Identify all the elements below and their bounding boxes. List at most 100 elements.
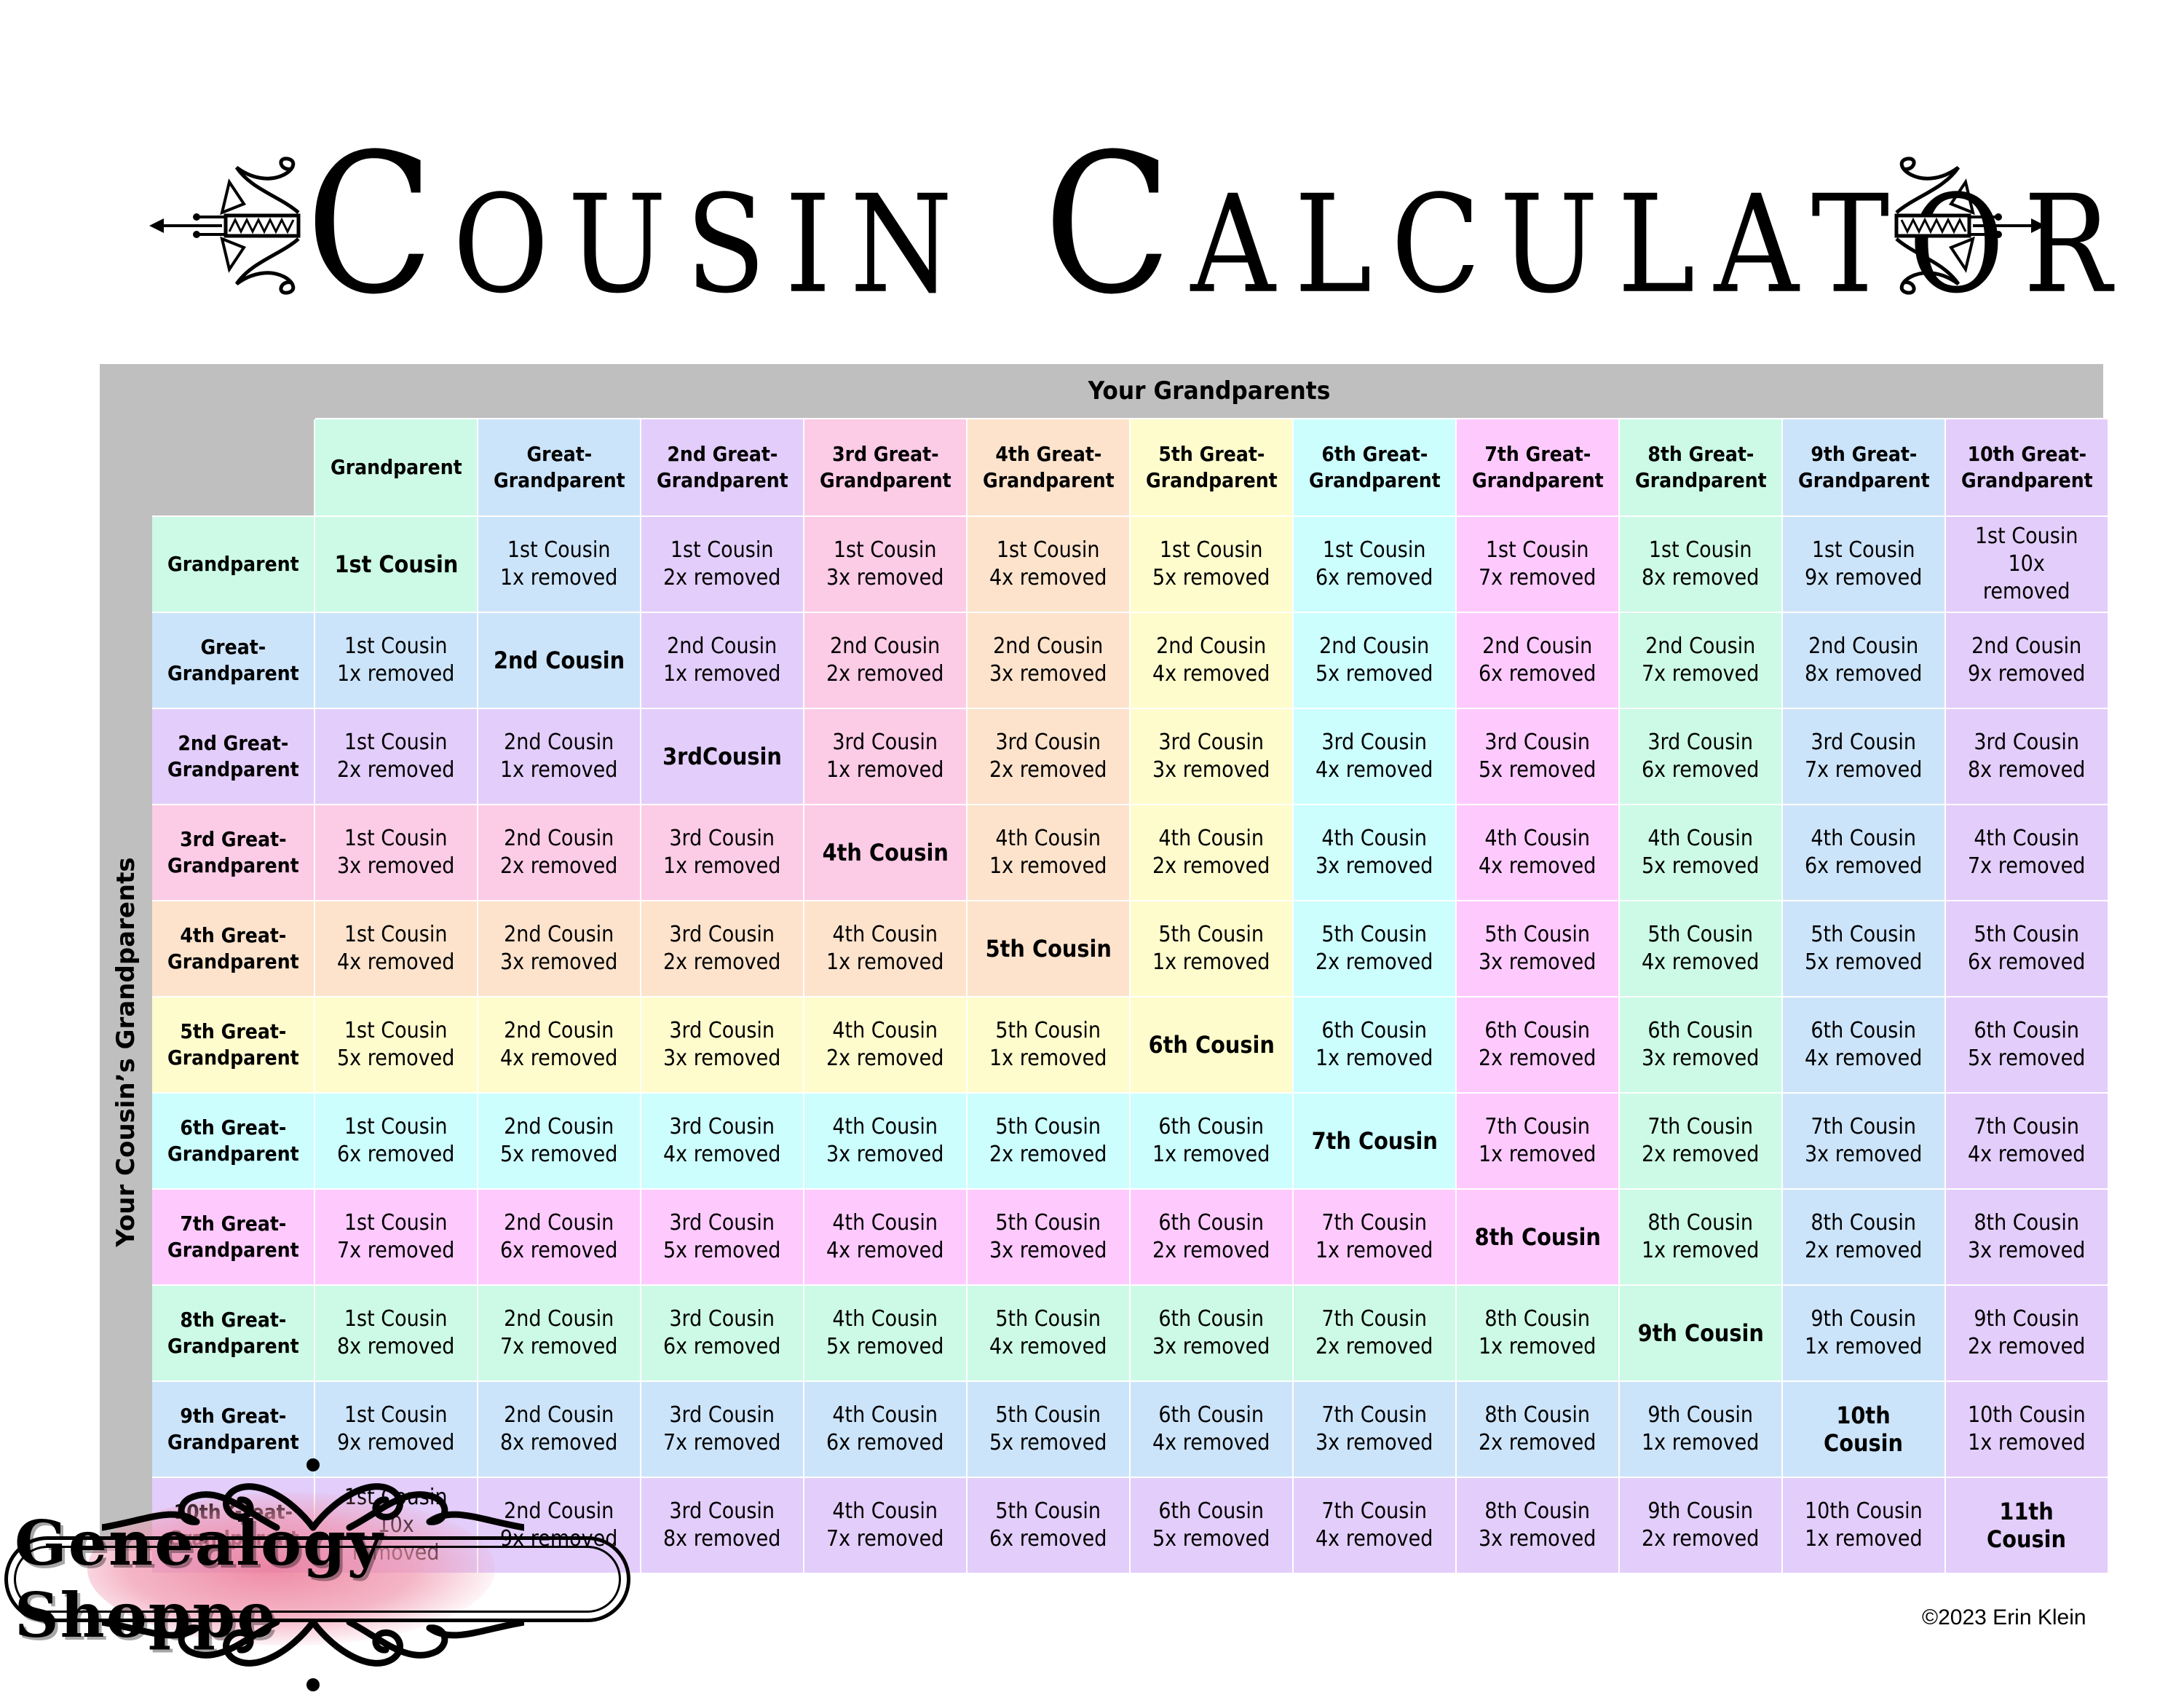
relationship-cell: 2nd Cousin 8x removed [1783,613,1944,708]
relationship-cell: 7th Cousin 1x removed [1457,1094,1618,1188]
row-header-text: 2nd Great- Grandparent [167,731,299,781]
relationship-cell-text: 3rd Cousin 7x removed [663,1402,781,1455]
relationship-cell: 3rd Cousin 7x removed [1783,709,1944,804]
relationship-cell: 1st Cousin 8x removed [1620,517,1781,612]
relationship-cell: 3rd Cousin 2x removed [968,709,1129,804]
relationship-cell: 2nd Cousin 9x removed [1946,613,2108,708]
relationship-cell: 1st Cousin 9x removed [1783,517,1944,612]
row-header: 8th Great- Grandparent [152,1286,314,1380]
relationship-cell: 5th Cousin 3x removed [1457,901,1618,996]
relationship-cell-text: 1st Cousin 4x removed [989,537,1107,590]
relationship-cell-text: 10th Cousin 1x removed [1805,1498,1923,1552]
relationship-cell: 6th Cousin 5x removed [1946,997,2108,1092]
page-title: Cousin Calculator [306,113,2131,337]
relationship-cell-text: 6th Cousin 4x removed [1805,1018,1923,1071]
relationship-cell: 5th Cousin 2x removed [968,1094,1129,1188]
relationship-cell: 7th Cousin 4x removed [1294,1478,1455,1573]
relationship-cell: 7th Cousin 4x removed [1946,1094,2108,1188]
relationship-cell: 9th Cousin 1x removed [1620,1382,1781,1477]
relationship-cell-text: 8th Cousin 1x removed [1479,1306,1597,1359]
column-header: Grandparent [315,419,477,515]
relationship-cell: 5th Cousin 1x removed [1131,901,1292,996]
relationship-cell: 2nd Cousin 3x removed [968,613,1129,708]
relationship-cell: 1st Cousin 3x removed [804,517,966,612]
relationship-cell: 8th Cousin 1x removed [1457,1286,1618,1380]
column-header-text: 7th Great- Grandparent [1471,442,1604,492]
diagonal-cell: 5th Cousin [968,901,1129,996]
relationship-cell: 5th Cousin 5x removed [1783,901,1944,996]
relationship-cell-text: 8th Cousin 2x removed [1479,1402,1597,1455]
relationship-cell-text: 1st Cousin 7x removed [1479,537,1597,590]
relationship-cell-text: 8th Cousin 1x removed [1642,1210,1760,1263]
column-header-text: 2nd Great- Grandparent [656,442,788,492]
title-banner: Cousin Calculator [0,114,2184,337]
relationship-cell-text: 4th Cousin 7x removed [826,1498,944,1552]
relationship-cell-text: 5th Cousin 4x removed [989,1306,1107,1359]
column-header: 9th Great- Grandparent [1783,419,1944,515]
relationship-cell: 2nd Cousin 6x removed [1457,613,1618,708]
logo-text: Genealogy Shoppe [15,1507,384,1651]
relationship-cell: 1st Cousin 8x removed [315,1286,477,1380]
relationship-cell-text: 2nd Cousin 3x removed [500,922,618,975]
relationship-cell: 9th Cousin 2x removed [1946,1286,2108,1380]
column-header: 2nd Great- Grandparent [641,419,803,515]
relationship-cell: 3rd Cousin 6x removed [641,1286,803,1380]
diagonal-cell: 1st Cousin [315,517,477,612]
relationship-cell-text: 9th Cousin 2x removed [1642,1498,1760,1552]
relationship-cell: 1st Cousin 1x removed [478,517,640,612]
relationship-cell-text: 4th Cousin 3x removed [1315,826,1433,879]
relationship-cell-text: 2nd Cousin 1x removed [663,633,781,687]
relationship-cell-text: 3rd Cousin 8x removed [663,1498,781,1552]
relationship-cell-text: 1st Cousin 8x removed [1642,537,1760,590]
relationship-cell-text: 5th Cousin 3x removed [1479,922,1597,975]
relationship-cell-text: 5th Cousin 4x removed [1642,922,1760,975]
row-header: Great- Grandparent [152,613,314,708]
diagonal-cell-text: 5th Cousin [985,935,1112,963]
copyright-text: ©2023 Erin Klein [1922,1605,2086,1629]
diagonal-cell-text: 3rdCousin [662,743,782,770]
column-header: Great- Grandparent [478,419,640,515]
row-header-text: 8th Great- Grandparent [167,1308,299,1358]
column-header: 7th Great- Grandparent [1457,419,1618,515]
column-header-text: 9th Great- Grandparent [1797,442,1930,492]
relationship-cell: 2nd Cousin 6x removed [478,1190,640,1284]
diagonal-cell: 11th Cousin [1946,1478,2108,1573]
column-header: 3rd Great- Grandparent [804,419,966,515]
relationship-cell-text: 2nd Cousin 9x removed [1968,633,2086,687]
relationship-cell-text: 6th Cousin 4x removed [1152,1402,1270,1455]
relationship-cell: 5th Cousin 2x removed [1294,901,1455,996]
relationship-cell-text: 7th Cousin 1x removed [1479,1114,1597,1167]
relationship-cell: 2nd Cousin 1x removed [478,709,640,804]
row-header-text: 3rd Great- Grandparent [167,827,299,877]
relationship-cell: 3rd Cousin 1x removed [641,805,803,900]
relationship-cell: 3rd Cousin 2x removed [641,901,803,996]
relationship-cell: 3rd Cousin 5x removed [1457,709,1618,804]
relationship-cell: 1st Cousin 2x removed [315,709,477,804]
relationship-cell: 6th Cousin 3x removed [1620,997,1781,1092]
relationship-cell-text: 4th Cousin 5x removed [1642,826,1760,879]
relationship-cell-text: 4th Cousin 4x removed [1479,826,1597,879]
diagonal-cell: 9th Cousin [1620,1286,1781,1380]
relationship-cell-text: 1st Cousin 3x removed [826,537,944,590]
relationship-cell: 5th Cousin 4x removed [968,1286,1129,1380]
row-header: 2nd Great- Grandparent [152,709,314,804]
relationship-cell-text: 3rd Cousin 6x removed [1642,730,1760,783]
relationship-cell-text: 1st Cousin 1x removed [337,633,455,687]
diagonal-cell: 2nd Cousin [478,613,640,708]
relationship-cell-text: 1st Cousin10xremoved [1975,523,2078,604]
relationship-cell-text: 7th Cousin 3x removed [1805,1114,1923,1167]
relationship-cell: 1st Cousin 4x removed [315,901,477,996]
relationship-cell: 8th Cousin 2x removed [1457,1382,1618,1477]
relationship-cell-text: 4th Cousin 3x removed [826,1114,944,1167]
relationship-cell-text: 6th Cousin 1x removed [1152,1114,1270,1167]
diagonal-cell-text: 11th Cousin [1987,1498,2067,1553]
relationship-cell: 8th Cousin 3x removed [1457,1478,1618,1573]
relationship-cell-text: 3rd Cousin 7x removed [1805,730,1923,783]
relationship-cell-text: 1st Cousin 8x removed [337,1306,455,1359]
relationship-cell-text: 4th Cousin 7x removed [1968,826,2086,879]
relationship-cell-text: 2nd Cousin 3x removed [989,633,1107,687]
relationship-cell-text: 4th Cousin 6x removed [1805,826,1923,879]
relationship-cell: 3rd Cousin 8x removed [1946,709,2108,804]
relationship-cell: 10th Cousin 1x removed [1783,1478,1944,1573]
relationship-cell-text: 5th Cousin 5x removed [989,1402,1107,1455]
